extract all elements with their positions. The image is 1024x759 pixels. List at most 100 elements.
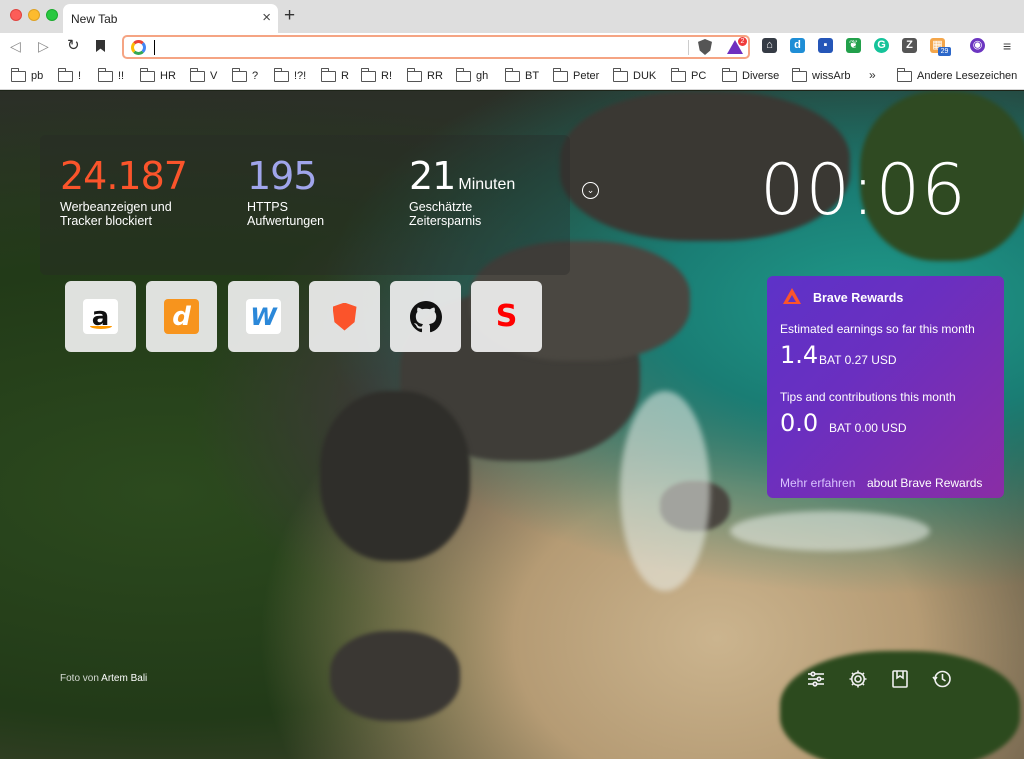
top-site-github[interactable] bbox=[390, 281, 461, 352]
reload-icon[interactable]: ↻ bbox=[67, 36, 80, 54]
bookmark-icon[interactable] bbox=[96, 40, 105, 52]
folder-icon bbox=[612, 67, 628, 82]
background-wave bbox=[730, 511, 930, 551]
rewards-title: Brave Rewards bbox=[813, 291, 904, 305]
bookmark-folder[interactable]: gh bbox=[455, 67, 489, 84]
bat-logo-icon-inner bbox=[788, 295, 796, 302]
bookmarks-bar: pb ! !! HR V ? !?! R R! RR gh BT Peter D… bbox=[0, 61, 1024, 90]
folder-icon bbox=[896, 67, 912, 82]
bookmark-folder[interactable]: DUK bbox=[612, 67, 656, 84]
tab-title: New Tab bbox=[71, 12, 118, 26]
tips-value: 0.0 bbox=[780, 409, 819, 437]
photo-credit-author[interactable]: Artem Bali bbox=[101, 673, 147, 684]
bookmark-folder[interactable]: R bbox=[320, 67, 349, 84]
folder-icon bbox=[97, 67, 113, 82]
earnings-value: 1.4 bbox=[780, 341, 819, 369]
folder-icon bbox=[10, 67, 26, 82]
https-upgrades-label: HTTPS Aufwertungen bbox=[247, 200, 325, 228]
customize-icon[interactable] bbox=[806, 669, 826, 689]
calendar-badge: 29 bbox=[938, 47, 951, 56]
bookmark-folder[interactable]: RR bbox=[406, 67, 443, 84]
bookmark-folder[interactable]: HR bbox=[139, 67, 176, 84]
bookmark-label: Peter bbox=[573, 70, 600, 82]
about-rewards-text: about Brave Rewards bbox=[867, 476, 983, 490]
background-rock bbox=[330, 631, 460, 721]
folder-icon bbox=[320, 67, 336, 82]
bookmark-label: !?! bbox=[294, 70, 307, 82]
folder-icon bbox=[504, 67, 520, 82]
more-bookmarks-button[interactable]: » bbox=[869, 68, 876, 82]
https-upgrades-stat: 195 HTTPS Aufwertungen bbox=[247, 154, 357, 228]
bookmark-folder[interactable]: PC bbox=[670, 67, 706, 84]
top-site-brave[interactable] bbox=[309, 281, 380, 352]
bookmark-folder[interactable]: BT bbox=[504, 67, 540, 84]
learn-more-link[interactable]: Mehr erfahren bbox=[780, 476, 855, 490]
bookmark-label: HR bbox=[160, 70, 176, 82]
bookmarks-icon[interactable] bbox=[890, 669, 910, 689]
address-bar[interactable]: 2 bbox=[122, 35, 750, 59]
bookmark-label: Andere Lesezeichen bbox=[917, 70, 1018, 82]
back-icon[interactable]: ◁ bbox=[10, 38, 21, 55]
trackers-blocked-count: 24.187 bbox=[60, 154, 188, 198]
forward-icon[interactable]: ▷ bbox=[38, 38, 49, 55]
folder-icon bbox=[139, 67, 155, 82]
chevron-down-icon[interactable]: ⌄ bbox=[582, 182, 599, 199]
title-bar: New Tab × + bbox=[0, 0, 1024, 33]
top-site-dict[interactable]: d bbox=[146, 281, 217, 352]
close-window-button[interactable] bbox=[10, 9, 22, 21]
bookmark-label: R! bbox=[381, 70, 392, 82]
bookmark-folder[interactable]: V bbox=[189, 67, 217, 84]
photo-credit-prefix: Foto von bbox=[60, 673, 99, 684]
bookmark-label: Diverse bbox=[742, 70, 780, 82]
evernote-extension-icon[interactable]: ❦ bbox=[846, 38, 861, 53]
rewards-badge: 2 bbox=[738, 37, 747, 46]
folder-icon bbox=[57, 67, 73, 82]
top-site-sparkasse[interactable]: S bbox=[471, 281, 542, 352]
trackers-blocked-stat: 24.187 Werbeanzeigen und Tracker blockie… bbox=[60, 154, 210, 228]
pocket-extension-icon[interactable]: ⌂ bbox=[762, 38, 777, 53]
search-engine-icon bbox=[131, 40, 146, 55]
tor-extension-icon[interactable]: ◉ bbox=[970, 38, 985, 53]
https-upgrades-count: 195 bbox=[247, 154, 318, 198]
bookmark-label: ! bbox=[78, 70, 82, 82]
background-foliage bbox=[780, 651, 1020, 759]
new-tab-page: 24.187 Werbeanzeigen und Tracker blockie… bbox=[0, 91, 1024, 759]
bookmark-folder[interactable]: Diverse bbox=[721, 67, 780, 84]
maximize-window-button[interactable] bbox=[46, 9, 58, 21]
bookmark-label: RR bbox=[427, 70, 443, 82]
top-site-wunderlist[interactable]: W bbox=[228, 281, 299, 352]
folder-icon bbox=[273, 67, 289, 82]
bookmark-folder[interactable]: R! bbox=[360, 67, 392, 84]
history-icon[interactable] bbox=[932, 669, 952, 689]
folder-icon bbox=[791, 67, 807, 82]
earnings-label: Estimated earnings so far this month bbox=[780, 322, 975, 336]
grammarly-extension-icon[interactable]: G bbox=[874, 38, 889, 53]
tab-close-icon[interactable]: × bbox=[262, 9, 271, 26]
bookmark-folder[interactable]: ? bbox=[231, 67, 258, 84]
bookmark-folder[interactable]: !! bbox=[97, 67, 124, 84]
bookmark-folder[interactable]: ! bbox=[57, 67, 82, 84]
bookmark-folder[interactable]: !?! bbox=[273, 67, 307, 84]
zotero-extension-icon[interactable]: Z bbox=[902, 38, 917, 53]
amazon-icon: a bbox=[83, 299, 118, 334]
brave-shields-icon[interactable] bbox=[698, 39, 712, 55]
github-icon bbox=[408, 299, 443, 334]
deepl-extension-icon[interactable]: d bbox=[790, 38, 805, 53]
bookmark-folder[interactable]: pb bbox=[10, 67, 43, 84]
minimize-window-button[interactable] bbox=[28, 9, 40, 21]
folder-icon bbox=[231, 67, 247, 82]
other-bookmarks-folder[interactable]: Andere Lesezeichen bbox=[896, 67, 1018, 84]
new-tab-button[interactable]: + bbox=[284, 5, 295, 27]
url-input[interactable] bbox=[156, 39, 676, 55]
menu-icon[interactable]: ≡ bbox=[1003, 38, 1011, 54]
bookmark-label: BT bbox=[525, 70, 540, 82]
todoist-extension-icon[interactable]: ▪ bbox=[818, 38, 833, 53]
bookmark-folder[interactable]: wissArb bbox=[791, 67, 851, 84]
bookmark-folder[interactable]: Peter bbox=[552, 67, 600, 84]
wunderlist-icon: W bbox=[246, 299, 281, 334]
time-saved-stat: 21 Minuten Geschätzte Zeitersparnis bbox=[409, 154, 519, 228]
top-site-amazon[interactable]: a bbox=[65, 281, 136, 352]
tab-new-tab[interactable]: New Tab × bbox=[63, 4, 278, 33]
bookmark-label: gh bbox=[476, 70, 489, 82]
settings-icon[interactable] bbox=[848, 669, 868, 689]
